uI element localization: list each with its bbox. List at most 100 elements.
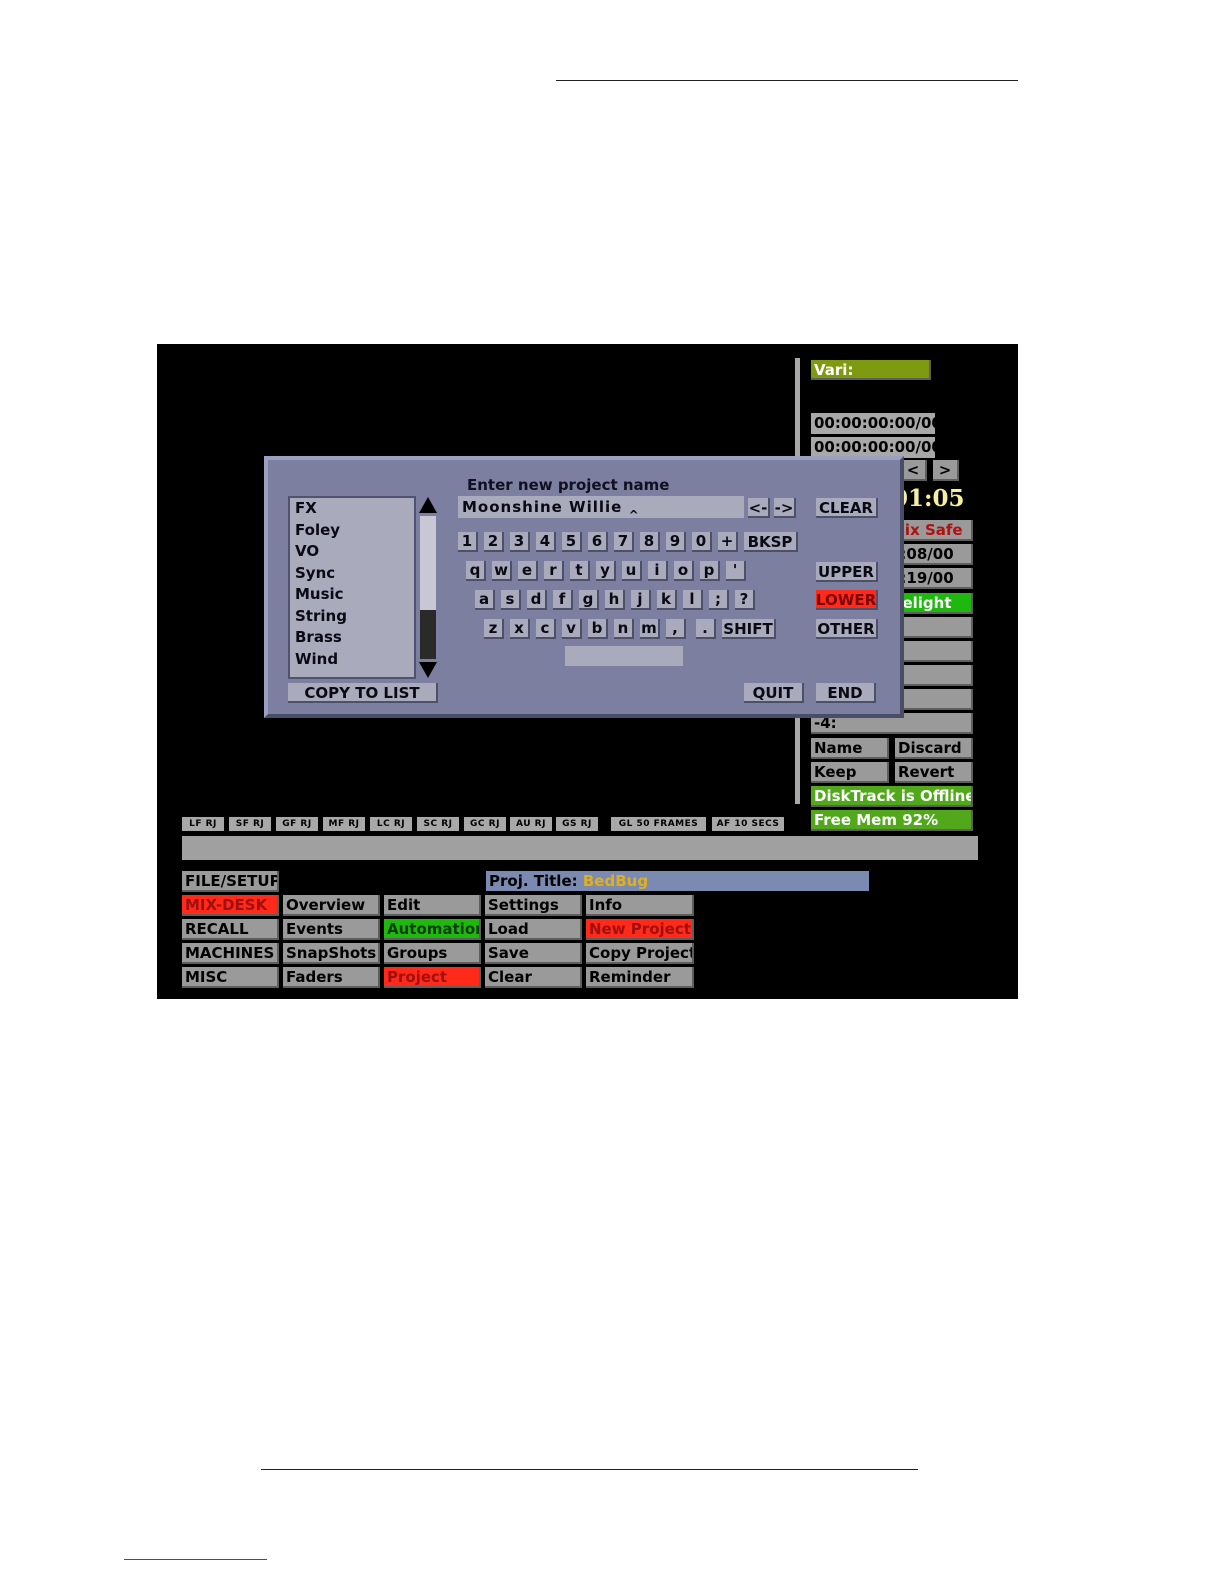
key-s[interactable]: s [501,590,521,610]
list-item[interactable]: String [290,606,414,628]
key-i[interactable]: i [648,561,668,581]
key-m[interactable]: m [640,619,660,639]
key-f[interactable]: f [553,590,573,610]
backspace-button[interactable]: BKSP [744,532,798,552]
menu-events[interactable]: Events [283,919,380,940]
key-7[interactable]: 7 [614,532,634,552]
menu-save[interactable]: Save [485,943,582,964]
key-u[interactable]: u [622,561,642,581]
list-item[interactable]: Wind [290,649,414,671]
key-0[interactable]: 0 [692,532,712,552]
key-4[interactable]: 4 [536,532,556,552]
key-1[interactable]: 1 [458,532,478,552]
status-gs[interactable]: GS RJ [556,817,598,831]
lower-button[interactable]: LOWER [816,590,878,610]
list-item[interactable]: FX [290,498,414,520]
menu-misc[interactable]: MISC [182,967,279,988]
key-3[interactable]: 3 [510,532,530,552]
end-button[interactable]: END [816,683,876,703]
menu-settings[interactable]: Settings [485,895,582,916]
key-l[interactable]: l [683,590,703,610]
key-e[interactable]: e [518,561,538,581]
list-item[interactable]: VO [290,541,414,563]
key-g[interactable]: g [579,590,599,610]
key-k[interactable]: k [657,590,677,610]
copy-to-list-button[interactable]: COPY TO LIST [288,683,438,703]
key-q[interactable]: q [466,561,486,581]
key-apostrophe[interactable]: ' [726,561,746,581]
status-sf[interactable]: SF RJ [229,817,271,831]
nav-prev-button[interactable]: < [901,460,927,481]
menu-clear[interactable]: Clear [485,967,582,988]
status-lf[interactable]: LF RJ [182,817,224,831]
key-y[interactable]: y [596,561,616,581]
menu-new-project[interactable]: New Project [586,919,694,940]
menu-project[interactable]: Project [384,967,481,988]
menu-machines[interactable]: MACHINES [182,943,279,964]
key-v[interactable]: v [562,619,582,639]
menu-overview[interactable]: Overview [283,895,380,916]
menu-snapshots[interactable]: SnapShots [283,943,380,964]
other-button[interactable]: OTHER [816,619,878,639]
key-plus[interactable]: + [718,532,738,552]
menu-groups[interactable]: Groups [384,943,481,964]
key-c[interactable]: c [536,619,556,639]
menu-info[interactable]: Info [586,895,694,916]
category-list[interactable]: FX Foley VO Sync Music String Brass Wind [288,496,416,679]
menu-mix-desk[interactable]: MIX-DESK [182,895,279,916]
cursor-right-button[interactable]: -> [774,498,796,518]
status-gf[interactable]: GF RJ [276,817,318,831]
key-n[interactable]: n [614,619,634,639]
key-6[interactable]: 6 [588,532,608,552]
key-r[interactable]: r [544,561,564,581]
key-period[interactable]: . [696,619,716,639]
key-w[interactable]: w [492,561,512,581]
shift-button[interactable]: SHIFT [722,619,776,639]
revert-button[interactable]: Revert [895,762,973,783]
list-item[interactable]: Brass [290,627,414,649]
status-gl-frames[interactable]: GL 50 FRAMES [611,817,706,831]
key-o[interactable]: o [674,561,694,581]
scroll-down-icon[interactable] [418,661,438,679]
status-sc[interactable]: SC RJ [417,817,459,831]
key-p[interactable]: p [700,561,720,581]
scroll-thumb[interactable] [420,516,436,610]
upper-button[interactable]: UPPER [816,562,878,582]
cursor-left-button[interactable]: <- [748,498,770,518]
key-a[interactable]: a [475,590,495,610]
project-name-input[interactable]: Moonshine Willie ^ [458,496,744,522]
key-z[interactable]: z [484,619,504,639]
menu-recall[interactable]: RECALL [182,919,279,940]
key-question[interactable]: ? [735,590,755,610]
menu-load[interactable]: Load [485,919,582,940]
key-comma[interactable]: , [666,619,686,639]
key-x[interactable]: x [510,619,530,639]
space-key[interactable] [565,646,683,666]
list-item[interactable]: Foley [290,520,414,542]
menu-copy-project[interactable]: Copy Project [586,943,694,964]
status-af-secs[interactable]: AF 10 SECS [712,817,784,831]
status-au[interactable]: AU RJ [510,817,552,831]
keep-button[interactable]: Keep [811,762,889,783]
status-lc[interactable]: LC RJ [370,817,412,831]
key-d[interactable]: d [527,590,547,610]
key-j[interactable]: j [631,590,651,610]
nav-next-button[interactable]: > [933,460,959,481]
key-h[interactable]: h [605,590,625,610]
key-9[interactable]: 9 [666,532,686,552]
key-2[interactable]: 2 [484,532,504,552]
status-mf[interactable]: MF RJ [323,817,365,831]
list-item[interactable]: Music [290,584,414,606]
menu-reminder[interactable]: Reminder [586,967,694,988]
menu-faders[interactable]: Faders [283,967,380,988]
menu-file-setup[interactable]: FILE/SETUP [182,871,279,892]
key-t[interactable]: t [570,561,590,581]
list-item[interactable]: Sync [290,563,414,585]
list-scrollbar[interactable] [418,496,438,679]
key-8[interactable]: 8 [640,532,660,552]
menu-automation[interactable]: Automation [384,919,481,940]
key-semicolon[interactable]: ; [709,590,729,610]
quit-button[interactable]: QUIT [744,683,804,703]
scroll-up-icon[interactable] [418,496,438,514]
status-gc[interactable]: GC RJ [464,817,506,831]
